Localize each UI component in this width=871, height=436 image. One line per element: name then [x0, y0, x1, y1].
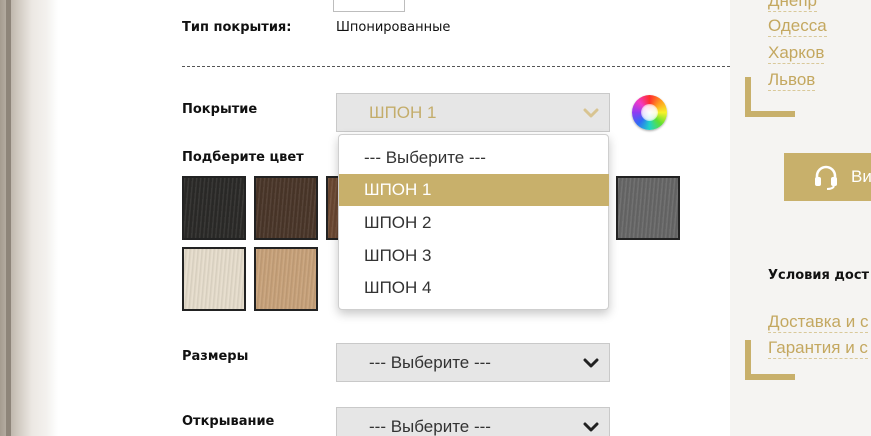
- delivery-conditions-title: Условия дост: [768, 268, 870, 283]
- chevron-down-icon: [583, 358, 599, 368]
- opening-select-value: --- Выберите ---: [369, 417, 491, 436]
- city-link[interactable]: Одесса: [768, 16, 827, 37]
- chevron-down-icon: [583, 422, 599, 432]
- coating-label: Покрытие: [182, 102, 258, 117]
- section-divider: [182, 66, 730, 67]
- coating-select[interactable]: ШПОН 1: [336, 93, 610, 132]
- sizes-select[interactable]: --- Выберите ---: [336, 343, 610, 382]
- city-link[interactable]: Харков: [768, 43, 825, 64]
- delivery-link[interactable]: Доставка и с: [768, 312, 869, 333]
- call-button-label: Ви: [851, 167, 871, 186]
- chevron-down-icon: [583, 108, 599, 118]
- dropdown-option[interactable]: ШПОН 2: [339, 207, 609, 239]
- decorative-bracket: [745, 77, 795, 117]
- color-swatch[interactable]: [254, 176, 318, 240]
- coating-type-value: Шпонированные: [336, 20, 451, 35]
- sizes-label: Размеры: [182, 349, 249, 364]
- dropdown-option[interactable]: ШПОН 4: [339, 272, 609, 304]
- color-wheel-icon[interactable]: [632, 95, 667, 130]
- page-edge-decoration: [0, 0, 58, 436]
- city-link[interactable]: Днепр: [768, 0, 818, 12]
- color-swatch[interactable]: [182, 247, 246, 311]
- sizes-select-value: --- Выберите ---: [369, 353, 491, 372]
- coating-dropdown-list: --- Выберите --- ШПОН 1 ШПОН 2 ШПОН 3 ШП…: [338, 134, 609, 310]
- opening-select[interactable]: --- Выберите ---: [336, 407, 610, 436]
- dropdown-option[interactable]: ШПОН 3: [339, 240, 609, 272]
- decorative-bracket: [745, 340, 795, 380]
- color-swatch[interactable]: [182, 176, 246, 240]
- coating-type-label: Тип покрытия:: [182, 20, 292, 35]
- coating-select-value: ШПОН 1: [369, 103, 437, 122]
- color-swatch[interactable]: [616, 176, 680, 240]
- dropdown-option-selected[interactable]: ШПОН 1: [339, 174, 609, 206]
- call-button[interactable]: Ви: [784, 153, 871, 201]
- dropdown-option[interactable]: --- Выберите ---: [339, 142, 609, 174]
- opening-label: Открывание: [182, 414, 275, 429]
- headset-icon: [815, 165, 837, 190]
- pick-color-label: Подберите цвет: [182, 150, 304, 165]
- top-field-box: [333, 0, 405, 12]
- color-swatch[interactable]: [254, 247, 318, 311]
